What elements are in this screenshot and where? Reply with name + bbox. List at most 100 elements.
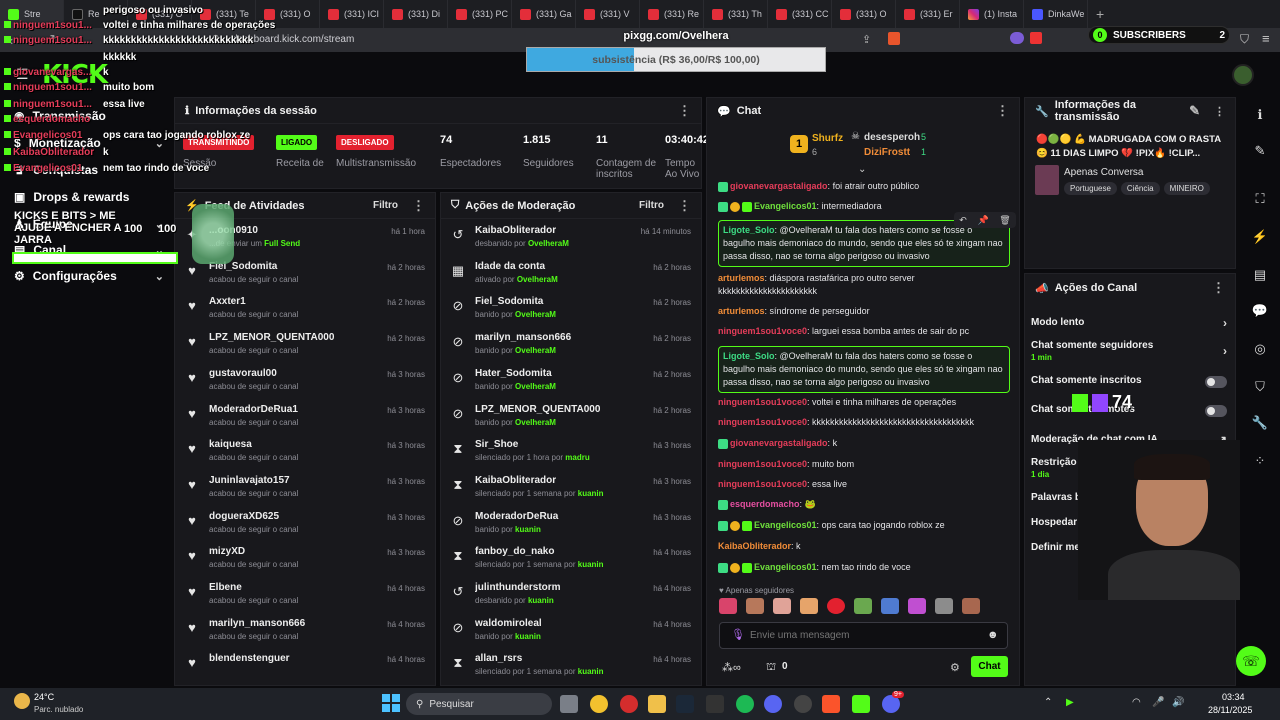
emoji-icon[interactable]: ☻ <box>987 629 999 641</box>
chat-message[interactable]: arturlemos: diáspora rastafárica pro out… <box>718 272 1010 298</box>
chat-username[interactable]: giovanevargastaligado <box>730 438 828 448</box>
shield-icon[interactable]: ⛉ <box>1251 378 1269 396</box>
leaderboard-user[interactable]: DiziFrostt <box>864 147 910 158</box>
moderator-name[interactable]: kuanin <box>515 525 541 534</box>
browser-tab[interactable]: (331) Ga <box>512 0 576 28</box>
kick-icon[interactable] <box>852 695 870 713</box>
chat-message[interactable]: KaibaObliterador: k <box>718 540 1010 553</box>
emote-icon[interactable] <box>854 598 872 614</box>
moderation-item[interactable]: ⧗ KaibaObliterador silenciado por 1 semana… <box>441 475 701 511</box>
more-options-icon[interactable]: ⋮ <box>678 103 691 119</box>
sidebar-item-drops[interactable]: ▣ Drops & rewards <box>14 190 164 204</box>
browser-tab[interactable]: (331) Er <box>896 0 960 28</box>
channel-action-item[interactable]: Chat somente inscritos <box>1031 375 1227 388</box>
moderator-name[interactable]: OvelheraM <box>515 346 556 355</box>
moderation-item[interactable]: ⊘ Fiel_Sodomita banido por OvelheraM há 2 h… <box>441 296 701 332</box>
support-button[interactable]: ☏ <box>1236 646 1266 676</box>
vpn-icon[interactable]: ⛉ <box>1240 32 1249 47</box>
feed-item[interactable]: ♥ dogueraXD625 acabou de seguir o canal há… <box>175 511 435 547</box>
chat-username[interactable]: ninguem1sou1voce0 <box>718 397 807 407</box>
feed-user[interactable]: blendenstenguer <box>209 653 377 664</box>
chat-message[interactable]: arturlemos: síndrome de perseguidor <box>718 305 1010 318</box>
wrench-icon[interactable]: 🔧 <box>1251 414 1269 432</box>
chat-icon[interactable]: 💬 <box>1251 302 1269 320</box>
browser-tab[interactable]: (1) Insta <box>960 0 1024 28</box>
chat-username[interactable]: Ligote_Solo <box>723 351 775 361</box>
moderator-name[interactable]: OvelheraM <box>517 275 558 284</box>
moderation-item[interactable]: ⧗ allan_rsrs silenciado por 1 semana por k… <box>441 653 701 685</box>
moderation-item[interactable]: ⊘ ModeradorDeRua banido por kuanin há 3 hor… <box>441 511 701 547</box>
browser-tab[interactable]: (331) Re <box>640 0 704 28</box>
feed-item[interactable]: ♥ LPZ_MENOR_QUENTA000 acabou de seguir o c… <box>175 332 435 368</box>
chat-username[interactable]: Ligote_Solo <box>723 225 775 235</box>
feed-item[interactable]: ♥ Fiel_Sodomita acabou de seguir o canal h… <box>175 261 435 297</box>
windows-start-icon[interactable] <box>382 694 400 712</box>
feed-item[interactable]: ♥ Juninlavajato157 acabou de seguir o cana… <box>175 475 435 511</box>
feed-user[interactable]: LPZ_MENOR_QUENTA000 <box>209 332 377 343</box>
brave-shield-icon[interactable] <box>888 32 900 45</box>
moderator-name[interactable]: OvelheraM <box>515 382 556 391</box>
extension-icon-2[interactable] <box>1030 32 1042 44</box>
moderation-item[interactable]: ⧗ Sir_Shoe silenciado por 1 hora por madru… <box>441 439 701 475</box>
chat-username[interactable]: ninguem1sou1voce0 <box>718 479 807 489</box>
chat-message[interactable]: esquerdomacho: 🐸 <box>718 498 1010 511</box>
moderator-name[interactable]: OvelheraM <box>528 239 569 248</box>
channel-action-item[interactable]: Modo lento › <box>1031 316 1227 330</box>
emote-icon[interactable] <box>800 598 818 614</box>
feed-user[interactable]: ModeradorDeRua1 <box>209 404 377 415</box>
moderation-target[interactable]: Fiel_Sodomita <box>475 296 643 307</box>
infinity-icon[interactable]: ⁂∞ <box>722 661 741 674</box>
chat-username[interactable]: arturlemos <box>718 273 765 283</box>
mic-icon[interactable]: 🎤 <box>1152 697 1164 708</box>
chat-username[interactable]: KaibaObliterador <box>718 541 791 551</box>
tag[interactable]: Ciência <box>1120 182 1160 195</box>
moderation-target[interactable]: fanboy_do_nako <box>475 546 643 557</box>
feed-user[interactable]: Elbene <box>209 582 377 593</box>
chat-username[interactable]: ninguem1sou1voce0 <box>718 417 807 427</box>
feed-user[interactable]: marilyn_manson666 <box>209 618 377 629</box>
chevron-down-icon[interactable]: ⌄ <box>858 164 866 175</box>
nodes-icon[interactable]: ⁘ <box>1251 452 1269 470</box>
app-icon[interactable] <box>706 695 724 713</box>
tag[interactable]: MINEIRO <box>1163 182 1210 195</box>
chat-message[interactable]: ninguem1sou1voce0: larguei essa bomba an… <box>718 325 1010 338</box>
play-icon[interactable]: ▶ <box>1066 697 1074 708</box>
emote-icon[interactable] <box>935 598 953 614</box>
category-thumbnail[interactable] <box>1035 165 1059 195</box>
github-icon[interactable] <box>794 695 812 713</box>
opera-icon[interactable] <box>620 695 638 713</box>
more-options-icon[interactable]: ⋮ <box>1212 280 1225 296</box>
chat-username[interactable]: Evangelicos01 <box>754 562 817 572</box>
sidebar-item-configuracoes[interactable]: ⚙ Configurações ⌄ <box>14 269 164 283</box>
more-options-icon[interactable]: ⋮ <box>412 198 425 214</box>
chat-username[interactable]: ninguem1sou1voce0 <box>718 326 807 336</box>
browser-tab[interactable]: (331) ICI <box>320 0 384 28</box>
wifi-icon[interactable]: ◠ <box>1132 697 1141 708</box>
volume-icon[interactable]: 🔊 <box>1172 697 1184 708</box>
more-options-icon[interactable]: ⋮ <box>678 198 691 214</box>
toggle-switch[interactable] <box>1205 375 1227 388</box>
fullscreen-icon[interactable]: ⛶ <box>1251 190 1269 208</box>
moderation-target[interactable]: allan_rsrs <box>475 653 643 664</box>
spotify-icon[interactable] <box>736 695 754 713</box>
moderator-name[interactable]: OvelheraM <box>515 310 556 319</box>
chat-message[interactable]: ninguem1sou1voce0: voltei e tinha milhar… <box>718 396 1010 409</box>
emote-icon[interactable] <box>746 598 764 614</box>
emote-icon[interactable] <box>827 598 845 614</box>
moderation-item[interactable]: ⧗ fanboy_do_nako silenciado por 1 semana p… <box>441 546 701 582</box>
edit-icon[interactable]: ✎ <box>1189 103 1200 119</box>
menu-icon[interactable]: ≡ <box>1262 31 1270 46</box>
feed-user[interactable]: ...oon0910 <box>209 225 381 236</box>
brave-icon[interactable] <box>822 695 840 713</box>
moderation-target[interactable]: KaibaObliterador <box>475 475 643 486</box>
more-options-icon[interactable]: ⋮ <box>996 103 1009 119</box>
moderation-item[interactable]: ⊘ Hater_Sodomita banido por OvelheraM há 2 … <box>441 368 701 404</box>
moderation-target[interactable]: waldomiroleal <box>475 618 643 629</box>
feed-item[interactable]: ♥ Axxter1 acabou de seguir o canal há 2 ho… <box>175 296 435 332</box>
moderator-name[interactable]: OvelheraM <box>515 418 556 427</box>
browser-tab[interactable]: (331) CC <box>768 0 832 28</box>
send-chat-button[interactable]: Chat <box>971 656 1008 677</box>
moderator-name[interactable]: madru <box>565 453 589 462</box>
leaderboard-user[interactable]: desesperoh <box>864 132 920 143</box>
moderator-name[interactable]: kuanin <box>578 667 604 676</box>
